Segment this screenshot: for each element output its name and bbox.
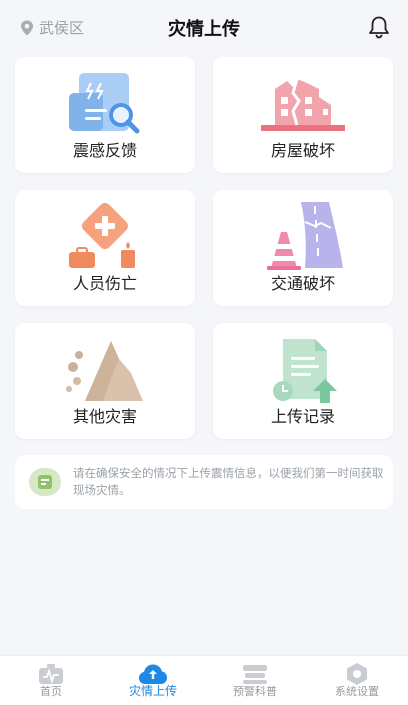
bell-icon <box>369 16 389 39</box>
card-label: 交通破坏 <box>270 274 335 293</box>
cracked-road-icon <box>267 202 343 270</box>
safety-tip: 请在确保安全的情况下上传震情信息，以便我们第一时间获取现场灾情。 <box>15 455 393 509</box>
card-upload-records[interactable]: 上传记录 <box>213 323 393 439</box>
tab-disaster-upload[interactable]: 灾情上传 <box>102 656 204 705</box>
page-title: 灾情上传 <box>168 19 240 40</box>
tab-label: 系统设置 <box>335 685 379 698</box>
tab-home[interactable]: 首页 <box>0 656 102 705</box>
tip-text: 请在确保安全的情况下上传震情信息，以便我们第一时间获取现场灾情。 <box>73 466 384 497</box>
tab-label: 预警科普 <box>233 685 277 698</box>
card-traffic-damage[interactable]: 交通破坏 <box>213 190 393 306</box>
tab-label: 首页 <box>40 685 62 698</box>
document-search-icon <box>69 73 140 134</box>
cracked-building-icon <box>261 78 345 131</box>
card-house-damage[interactable]: 房屋破坏 <box>213 57 393 173</box>
landslide-icon <box>66 341 143 401</box>
bottom-tab-bar: 首页 灾情上传 预警科普 系统设置 <box>0 655 408 705</box>
card-label: 房屋破坏 <box>270 141 335 160</box>
card-casualties[interactable]: 人员伤亡 <box>15 190 195 306</box>
tab-settings[interactable]: 系统设置 <box>306 656 408 705</box>
tab-warning-science[interactable]: 预警科普 <box>204 656 306 705</box>
card-label: 人员伤亡 <box>72 274 137 293</box>
notice-icon <box>38 475 52 489</box>
card-shake-feedback[interactable]: 震感反馈 <box>15 57 195 173</box>
notification-button[interactable] <box>368 15 390 43</box>
card-label: 上传记录 <box>270 407 335 426</box>
upload-record-icon <box>273 339 337 403</box>
card-other-disasters[interactable]: 其他灾害 <box>15 323 195 439</box>
card-label: 其他灾害 <box>72 407 137 426</box>
header: 武侯区 灾情上传 <box>0 0 408 56</box>
tab-label: 灾情上传 <box>128 684 177 698</box>
tip-icon <box>29 468 61 496</box>
card-label: 震感反馈 <box>72 141 137 160</box>
medical-cross-icon <box>69 203 135 268</box>
